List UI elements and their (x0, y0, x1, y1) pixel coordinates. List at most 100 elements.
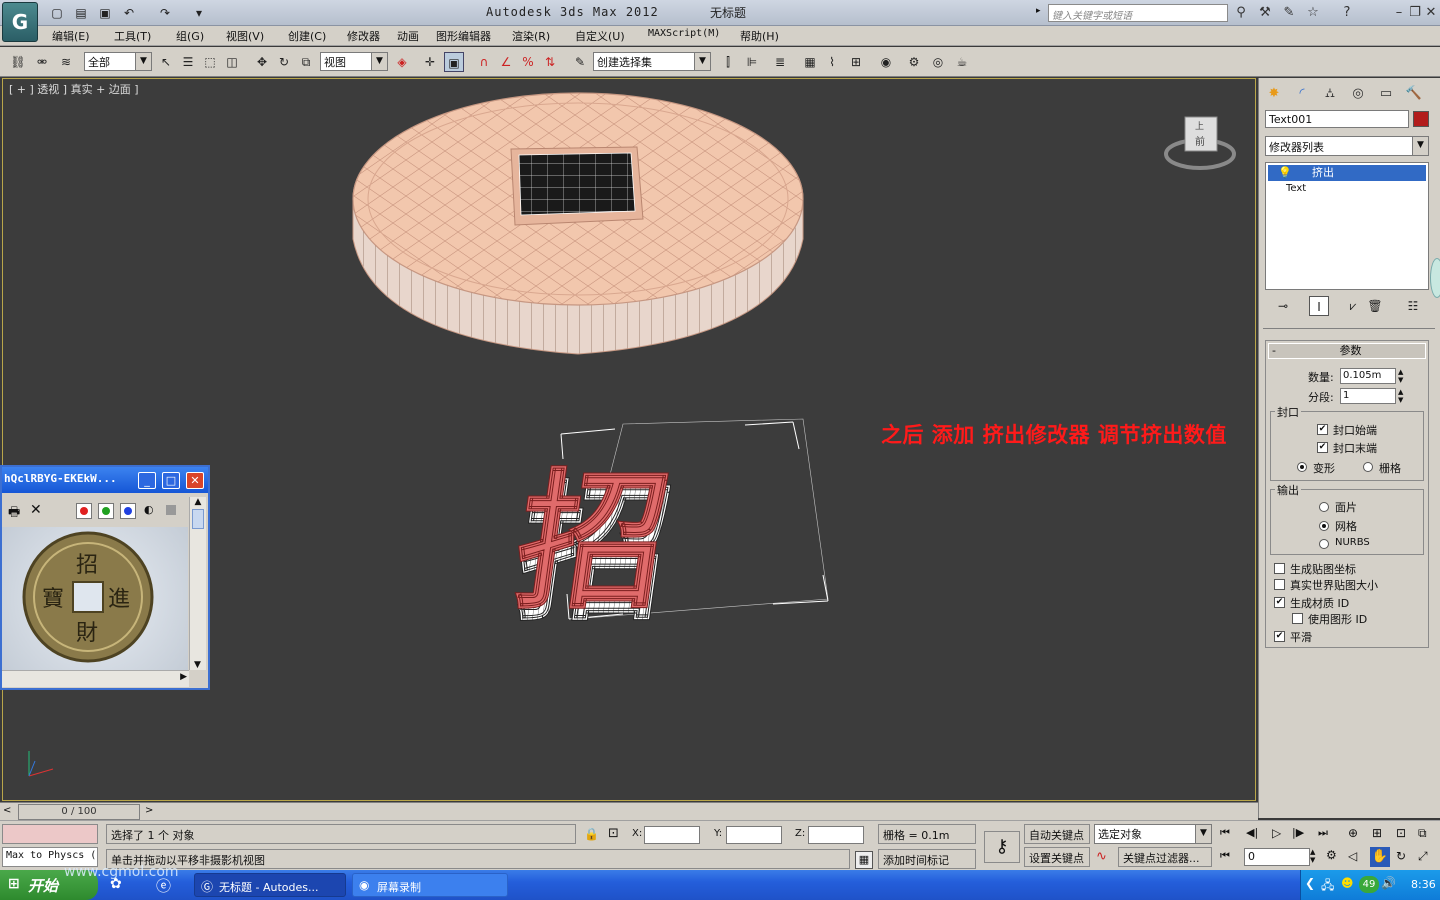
alpha-toggle-icon[interactable]: ◐ (144, 503, 154, 516)
mirror-icon[interactable]: ⫿ (718, 52, 738, 72)
time-slider[interactable]: 0 / 100 (18, 804, 140, 820)
object-color-swatch[interactable] (1413, 111, 1429, 127)
reference-coordinate-dropdown[interactable]: 视图 ▼ (320, 52, 388, 71)
play-icon[interactable]: ▷ (1272, 826, 1281, 840)
key-mode-dropdown[interactable]: 选定对象 ▼ (1094, 824, 1212, 844)
vertical-scrollbar[interactable]: ▲ ▼ (189, 497, 206, 670)
delete-icon[interactable]: ✕ (30, 502, 42, 518)
graphite-ribbon-icon[interactable]: ▦ (800, 52, 820, 72)
use-shape-ids-checkbox[interactable] (1292, 613, 1303, 624)
window-crossing-icon[interactable]: ◫ (222, 52, 242, 72)
goto-start-icon[interactable]: ⏮ (1220, 826, 1230, 840)
edit-named-selection-icon[interactable]: ✎ (570, 52, 590, 72)
zoom-icon[interactable]: ⊕ (1348, 826, 1358, 840)
menu-tools[interactable]: 工具(T) (114, 28, 151, 44)
layer-manager-icon[interactable]: ≣ (770, 52, 790, 72)
angle-snap-icon[interactable]: ∠ (496, 52, 516, 72)
extruded-text-object[interactable]: 招 招 (505, 452, 683, 642)
rollout-title[interactable]: - 参数 (1268, 343, 1426, 359)
snaps-toggle-icon[interactable]: ∩ (474, 52, 494, 72)
pan-view-icon[interactable]: ✋ (1370, 847, 1390, 867)
clock[interactable]: 8:36 (1411, 878, 1436, 891)
quicklaunch-icon[interactable]: ✿ (110, 876, 122, 892)
network-icon[interactable]: 🖧 (1321, 876, 1334, 897)
menu-customize[interactable]: 自定义(U) (575, 28, 625, 44)
nurbs-radio[interactable] (1319, 539, 1329, 549)
menu-graph-editors[interactable]: 图形编辑器 (436, 28, 491, 44)
menu-edit[interactable]: 编辑(E) (52, 28, 90, 44)
menu-help[interactable]: 帮助(H) (740, 28, 779, 44)
morph-radio[interactable] (1297, 462, 1307, 472)
zoom-extents-icon[interactable]: ⊡ (1396, 826, 1406, 840)
y-coordinate-field[interactable] (726, 826, 782, 844)
selection-region-icon[interactable]: ⬚ (200, 52, 220, 72)
x-coordinate-field[interactable] (644, 826, 700, 844)
cap-end-checkbox[interactable]: ✔ (1317, 442, 1328, 453)
menu-maxscript[interactable]: MAXScript(M) (648, 28, 720, 39)
remove-modifier-icon[interactable]: 🗑 (1365, 296, 1385, 316)
communication-icon[interactable]: ✎ (1280, 4, 1298, 22)
scroll-up-icon[interactable]: ▲ (190, 497, 206, 507)
material-editor-icon[interactable]: ◉ (876, 52, 896, 72)
mesh-radio[interactable] (1319, 521, 1329, 531)
maxscript-listener-mini[interactable] (2, 824, 98, 844)
redo-icon[interactable]: ↷ (156, 5, 174, 21)
utilities-tab-icon[interactable]: 🔨 (1403, 83, 1425, 105)
window-minimize-icon[interactable]: _ (138, 472, 156, 489)
prev-frame-icon[interactable]: < (3, 805, 11, 816)
stack-item-extrude[interactable]: 💡 挤出 (1268, 165, 1426, 181)
task-screen-recorder[interactable]: ◉ 屏幕录制 (352, 873, 508, 897)
render-setup-icon[interactable]: ⚙ (904, 52, 924, 72)
menu-modifiers[interactable]: 修改器 (347, 28, 380, 44)
selection-filter-dropdown[interactable]: 全部 ▼ (84, 52, 152, 71)
next-key-icon[interactable]: |▶ (1292, 826, 1304, 839)
stack-item-text[interactable]: Text (1286, 183, 1306, 194)
prev-key-icon[interactable]: ◀| (1246, 826, 1258, 839)
gen-map-coords-checkbox[interactable] (1274, 563, 1285, 574)
render-production-icon[interactable]: ☕ (952, 52, 972, 72)
absolute-mode-icon[interactable]: ⊡ (608, 826, 619, 841)
tray-badge[interactable]: 49 (1359, 876, 1379, 893)
time-config-icon[interactable]: ⚙ (1326, 848, 1337, 862)
menu-animation[interactable]: 动画 (397, 28, 419, 44)
grid-radio[interactable] (1363, 462, 1373, 472)
amount-spinner-field[interactable]: 0.105m (1340, 368, 1396, 384)
open-file-icon[interactable]: ▤ (72, 5, 90, 21)
red-channel-toggle[interactable] (76, 503, 92, 519)
menu-group[interactable]: 组(G) (176, 28, 204, 44)
rendered-frame-window-icon[interactable]: ◎ (928, 52, 948, 72)
selection-lock-icon[interactable]: 🔒 (584, 827, 599, 841)
align-icon[interactable]: ⊫ (742, 52, 762, 72)
time-tag-icon[interactable]: ▦ (855, 851, 873, 869)
scroll-right-icon[interactable]: ▶ (180, 672, 187, 682)
coin-model[interactable] (352, 92, 804, 355)
schematic-view-icon[interactable]: ⊞ (846, 52, 866, 72)
unlink-icon[interactable]: ⚮ (32, 52, 52, 72)
quick-access-dropdown-icon[interactable]: ▾ (190, 5, 208, 21)
scroll-thumb[interactable] (192, 509, 204, 529)
rotate-icon[interactable]: ↻ (274, 52, 294, 72)
binoculars-icon[interactable]: ⚲ (1232, 4, 1250, 22)
amount-spinner-arrows[interactable]: ▲ ▼ (1398, 368, 1403, 384)
ie-icon[interactable]: ⓔ (156, 875, 171, 896)
viewcube[interactable]: 上 前 (1164, 116, 1236, 170)
pin-stack-icon[interactable]: ⊸ (1273, 296, 1293, 316)
current-frame-field[interactable]: 0 (1244, 848, 1310, 866)
gen-mat-ids-checkbox[interactable]: ✔ (1274, 597, 1285, 608)
z-coordinate-field[interactable] (808, 826, 864, 844)
next-frame-icon[interactable]: > (145, 805, 153, 816)
hierarchy-tab-icon[interactable]: ⛼ (1319, 83, 1341, 105)
auto-key-button[interactable]: 自动关键点 (1024, 824, 1090, 844)
set-key-icon[interactable]: ⚷ (984, 831, 1020, 863)
help-icon[interactable]: ? (1338, 4, 1356, 22)
blue-channel-toggle[interactable] (120, 503, 136, 519)
volume-icon[interactable]: 🔊 (1381, 876, 1396, 890)
modifier-list-dropdown[interactable]: 修改器列表 ▼ (1265, 136, 1429, 156)
scale-icon[interactable]: ⧉ (296, 52, 316, 72)
configure-modifier-sets-icon[interactable]: ☷ (1403, 296, 1423, 316)
bind-space-warp-icon[interactable]: ≋ (56, 52, 76, 72)
search-input[interactable]: 键入关键字或短语 (1048, 4, 1228, 22)
tray-expand-icon[interactable]: ❮ (1305, 876, 1315, 890)
menu-create[interactable]: 创建(C) (288, 28, 326, 44)
curve-editor-icon[interactable]: ⌇ (822, 52, 842, 72)
